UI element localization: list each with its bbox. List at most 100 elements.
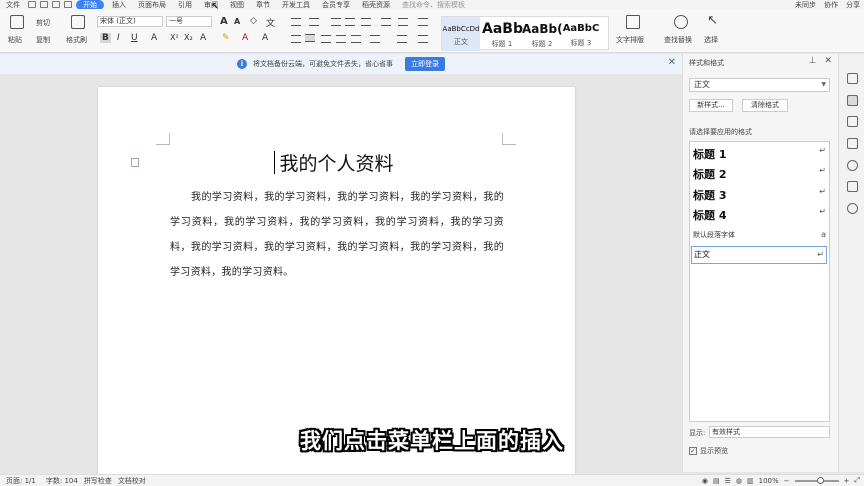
print-icon[interactable] xyxy=(40,1,48,8)
save-icon[interactable] xyxy=(28,1,36,8)
clear-format-icon[interactable]: ◇ xyxy=(250,16,257,26)
tab-developer[interactable]: 开发工具 xyxy=(276,0,316,9)
fit-window-icon[interactable]: ⤢ xyxy=(854,476,860,485)
align-center-icon[interactable] xyxy=(305,34,315,42)
file-menu[interactable]: 文件 xyxy=(0,0,26,9)
tab-insert[interactable]: 插入 xyxy=(106,0,132,9)
sidebar-style-icon[interactable] xyxy=(847,95,858,106)
text-effect-button[interactable]: A xyxy=(200,33,206,43)
style-list-item-normal[interactable]: 正文 ↵ xyxy=(691,246,827,264)
tab-member[interactable]: 会员专享 xyxy=(316,0,356,9)
distribute-icon[interactable] xyxy=(351,35,361,43)
increase-indent-icon[interactable] xyxy=(345,18,355,26)
spell-check[interactable]: 拼写检查 xyxy=(84,476,112,486)
bullet-list-icon[interactable] xyxy=(291,18,301,26)
format-painter-icon[interactable] xyxy=(71,15,85,29)
sort-icon[interactable] xyxy=(381,18,391,26)
find-replace-icon[interactable] xyxy=(674,15,688,29)
subscript-button[interactable]: X₂ xyxy=(184,33,193,42)
cut-button[interactable]: 剪切 xyxy=(36,18,50,28)
outline-view-icon[interactable]: ☰ xyxy=(725,477,731,485)
word-count[interactable]: 字数: 104 xyxy=(46,476,78,486)
shading-icon[interactable] xyxy=(397,35,407,43)
page-view-icon[interactable]: ▤ xyxy=(713,477,720,485)
page-count[interactable]: 页面: 1/1 xyxy=(6,476,36,486)
font-name-select[interactable]: 宋体 (正文) xyxy=(97,16,163,27)
share-button[interactable]: 分享 xyxy=(846,0,860,9)
pin-icon[interactable]: ⊥ xyxy=(809,56,817,66)
sidebar-settings-icon[interactable] xyxy=(847,138,858,149)
paste-icon[interactable] xyxy=(10,15,24,29)
grow-font-icon[interactable]: A xyxy=(220,16,228,27)
highlight-icon[interactable]: ✎ xyxy=(222,33,230,43)
new-style-button[interactable]: 新样式... xyxy=(689,99,733,112)
number-list-icon[interactable] xyxy=(309,18,319,26)
eye-icon[interactable]: ◉ xyxy=(702,477,708,485)
decrease-indent-icon[interactable] xyxy=(331,18,341,26)
tab-view[interactable]: 视图 xyxy=(224,0,250,9)
text-layout-icon[interactable] xyxy=(626,15,640,29)
tab-home[interactable]: 开始 xyxy=(76,0,104,9)
chinese-layout-icon[interactable] xyxy=(361,18,371,26)
format-painter-label[interactable]: 格式刷 xyxy=(66,35,87,45)
style-heading-2[interactable]: AaBb( 标题 2 xyxy=(522,17,562,51)
strikethrough-button[interactable]: A xyxy=(151,33,157,43)
char-border-button[interactable]: A xyxy=(262,33,268,43)
style-list-item-heading-1[interactable]: 标题 1 ↵ xyxy=(693,146,826,162)
underline-button[interactable]: U xyxy=(131,33,138,43)
shrink-font-icon[interactable]: A xyxy=(234,17,240,26)
command-search[interactable]: 查找命令、搜索模板 xyxy=(402,0,465,9)
style-list-item-default-font[interactable]: 默认段落字体 a xyxy=(693,230,826,240)
undo-icon[interactable] xyxy=(52,1,60,8)
sync-status[interactable]: 未同步 xyxy=(795,0,816,9)
bold-button[interactable]: B xyxy=(100,33,111,43)
tab-section[interactable]: 章节 xyxy=(250,0,276,9)
style-normal[interactable]: AaBbCcDd 正文 xyxy=(442,17,480,51)
style-list-item-heading-4[interactable]: 标题 4 ↵ xyxy=(693,207,826,223)
select-label[interactable]: 选择 xyxy=(704,35,718,45)
sidebar-location-icon[interactable] xyxy=(847,203,858,214)
document-body[interactable]: 我的学习资料，我的学习资料，我的学习资料，我的学习资料，我的学习资料，我的学习资… xyxy=(170,185,504,285)
line-spacing-icon[interactable] xyxy=(370,35,380,43)
zoom-value[interactable]: 100% xyxy=(759,477,779,485)
justify-icon[interactable] xyxy=(336,35,346,43)
borders-icon[interactable] xyxy=(418,35,428,43)
style-list-item-heading-2[interactable]: 标题 2 ↵ xyxy=(693,166,826,182)
font-color-button[interactable]: A xyxy=(242,33,248,43)
zoom-out-icon[interactable]: − xyxy=(784,477,790,485)
phonetic-icon[interactable]: 文 xyxy=(266,16,275,29)
tab-references[interactable]: 引用 xyxy=(172,0,198,9)
zoom-slider[interactable] xyxy=(794,476,839,484)
clear-format-button[interactable]: 清除格式 xyxy=(742,99,788,112)
align-right-icon[interactable] xyxy=(321,35,331,43)
copy-button[interactable]: 复制 xyxy=(36,35,50,45)
table-icon[interactable] xyxy=(418,18,428,26)
style-heading-3[interactable]: AaBbC 标题 3 xyxy=(562,17,600,51)
sidebar-help-icon[interactable] xyxy=(847,160,858,171)
text-layout-label[interactable]: 文字排版 xyxy=(616,35,644,45)
font-size-select[interactable]: 一号 xyxy=(166,16,212,27)
style-list-item-heading-3[interactable]: 标题 3 ↵ xyxy=(693,187,826,203)
current-style-select[interactable]: 正文 ▼ xyxy=(689,78,830,92)
reading-view-icon[interactable]: ▥ xyxy=(747,477,754,485)
select-cursor-icon[interactable]: ↖ xyxy=(707,13,718,28)
panel-close-icon[interactable]: ✕ xyxy=(824,56,832,66)
paste-label[interactable]: 粘贴 xyxy=(8,35,22,45)
find-replace-label[interactable]: 查找替换 xyxy=(664,35,692,45)
login-button[interactable]: 立即登录 xyxy=(405,57,445,71)
web-view-icon[interactable]: ◍ xyxy=(736,477,742,485)
zoom-slider-thumb[interactable] xyxy=(816,476,824,484)
document-title[interactable]: 我的个人资料 xyxy=(98,149,575,176)
show-marks-icon[interactable] xyxy=(398,18,408,26)
doc-proofread[interactable]: 文档校对 xyxy=(118,476,146,486)
close-icon[interactable]: ✕ xyxy=(668,57,676,68)
zoom-in-icon[interactable]: + xyxy=(844,477,850,485)
tab-docer[interactable]: 稻壳资源 xyxy=(356,0,396,9)
superscript-button[interactable]: X² xyxy=(170,33,179,42)
collaborate-button[interactable]: 协作 xyxy=(824,0,838,9)
tab-page-layout[interactable]: 页面布局 xyxy=(132,0,172,9)
sidebar-select-icon[interactable] xyxy=(847,116,858,127)
align-left-icon[interactable] xyxy=(291,35,301,43)
sidebar-backup-icon[interactable] xyxy=(847,181,858,192)
sidebar-shape-icon[interactable] xyxy=(847,73,858,84)
